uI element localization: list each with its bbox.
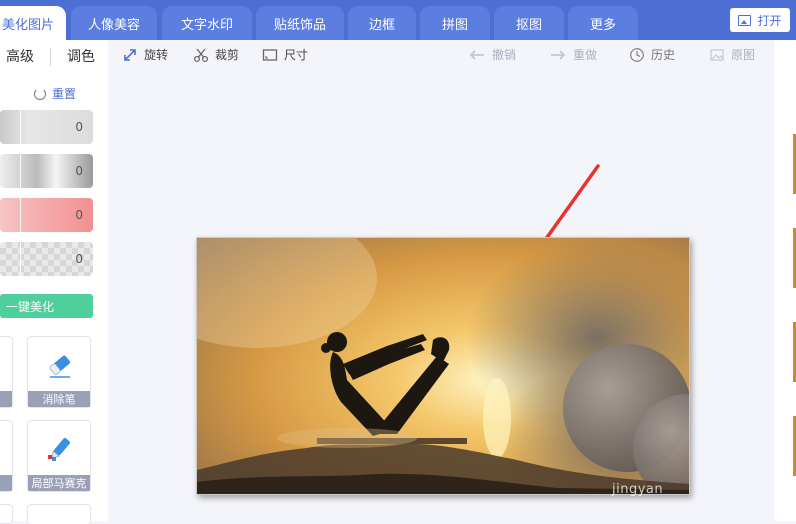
watermark-text: jingyan xyxy=(612,482,664,497)
edited-photo[interactable] xyxy=(196,237,690,495)
right-thumbnail-strip xyxy=(774,40,796,521)
yoga-sunset-image xyxy=(197,238,689,494)
